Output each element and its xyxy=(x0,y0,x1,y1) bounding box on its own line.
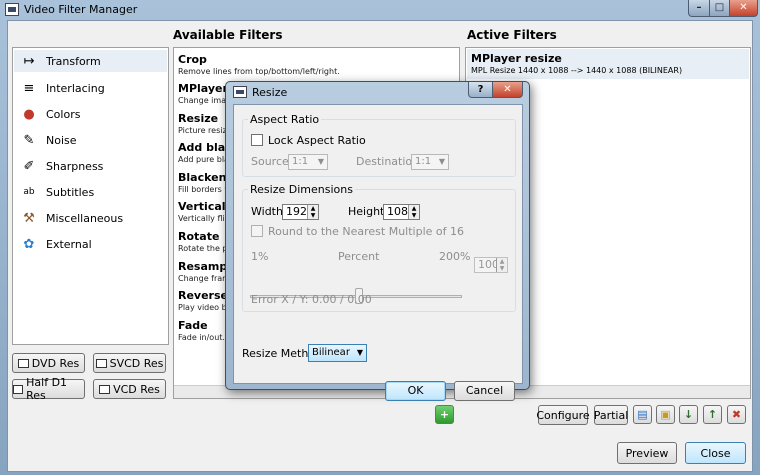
partial-button[interactable]: Partial xyxy=(594,405,628,425)
active-filter-item[interactable]: MPlayer resize MPL Resize 1440 x 1088 --… xyxy=(467,49,749,79)
move-up-icon[interactable]: ↑ xyxy=(703,405,722,424)
lock-aspect-checkbox[interactable] xyxy=(251,134,263,146)
category-label: Interlacing xyxy=(46,81,105,95)
category-sharpness[interactable]: ✐ Sharpness xyxy=(14,155,167,177)
source-label: Source: xyxy=(251,155,293,168)
aspect-ratio-group: Aspect Ratio xyxy=(242,113,516,177)
remove-filter-icon[interactable]: ✖ xyxy=(727,405,746,424)
resize-method-select[interactable]: Bilinear ▼ xyxy=(308,344,367,362)
dialog-body: Aspect Ratio Lock Aspect Ratio Source: 1… xyxy=(233,104,523,401)
category-label: Noise xyxy=(46,133,77,147)
category-label: External xyxy=(46,237,92,251)
resolution-icon xyxy=(99,384,111,394)
save-icon[interactable]: ▣ xyxy=(656,405,675,424)
vcd-res-button[interactable]: VCD Res xyxy=(93,379,166,399)
category-label: Colors xyxy=(46,107,81,121)
source-select[interactable]: 1:1 ▼ xyxy=(288,154,328,170)
interlacing-icon: ≡ xyxy=(23,80,35,96)
available-filters-header: Available Filters xyxy=(173,28,283,42)
colors-icon: ● xyxy=(23,106,35,122)
dvd-res-label: DVD Res xyxy=(31,356,80,370)
filter-desc: Remove lines from top/bottom/left/right. xyxy=(178,67,340,76)
filter-name: MPlayer resize xyxy=(471,52,562,65)
svcd-res-button[interactable]: SVCD Res xyxy=(93,353,166,373)
filter-item[interactable]: Crop Remove lines from top/bottom/left/ri… xyxy=(178,53,340,76)
maximize-button[interactable]: □ xyxy=(709,0,730,17)
close-button[interactable]: Close xyxy=(685,442,746,464)
dvd-res-button[interactable]: DVD Res xyxy=(12,353,85,373)
resize-dimensions-group-label: Resize Dimensions xyxy=(248,183,355,196)
percent-spinbox[interactable]: 100 ▲ ▼ xyxy=(474,257,508,273)
window-title: Video Filter Manager xyxy=(24,3,138,16)
width-spinbox[interactable]: 1920 ▲ ▼ xyxy=(282,204,319,220)
category-label: Miscellaneous xyxy=(46,211,124,225)
destination-select[interactable]: 1:1 ▼ xyxy=(411,154,449,170)
open-icon[interactable]: ▤ xyxy=(633,405,652,424)
resolution-icon xyxy=(13,384,24,394)
title-bar: Video Filter Manager – □ ✕ xyxy=(0,0,760,20)
resize-dialog: Resize ? ✕ Aspect Ratio Lock Aspect Rati… xyxy=(225,81,530,401)
noise-icon: ✎ xyxy=(23,132,35,148)
configure-button[interactable]: Configure xyxy=(536,405,590,425)
filter-desc: Fade in/out. xyxy=(178,333,225,342)
svcd-res-label: SVCD Res xyxy=(109,356,164,370)
external-icon: ✿ xyxy=(23,236,35,252)
spin-arrows-icon[interactable]: ▲ ▼ xyxy=(408,205,419,219)
chevron-down-icon: ▼ xyxy=(438,157,445,166)
destination-value: 1:1 xyxy=(415,156,432,167)
preview-button[interactable]: Preview xyxy=(617,442,677,464)
category-miscellaneous[interactable]: ⚒ Miscellaneous xyxy=(14,207,167,229)
resolution-icon xyxy=(95,358,107,368)
subtitles-icon: ab xyxy=(23,187,35,197)
percent-max-label: 200% xyxy=(439,250,471,263)
help-button[interactable]: ? xyxy=(468,82,493,98)
filter-name: Crop xyxy=(178,53,207,66)
filter-name: Fade xyxy=(178,319,208,332)
half-d1-res-button[interactable]: Half D1 Res xyxy=(12,376,85,402)
dialog-title: Resize xyxy=(252,86,288,99)
filter-item[interactable]: Fade Fade in/out. xyxy=(178,319,225,342)
spin-arrows-icon[interactable]: ▲ ▼ xyxy=(496,258,507,272)
category-label: Transform xyxy=(46,54,101,68)
spin-arrows-icon[interactable]: ▲ ▼ xyxy=(307,205,318,219)
height-spinbox[interactable]: 1088 ▲ ▼ xyxy=(383,204,420,220)
sharpness-icon: ✐ xyxy=(23,158,35,174)
category-colors[interactable]: ● Colors xyxy=(14,103,167,125)
category-noise[interactable]: ✎ Noise xyxy=(14,129,167,151)
category-interlacing[interactable]: ≡ Interlacing xyxy=(14,77,167,99)
percent-label: Percent xyxy=(338,250,380,263)
category-transform[interactable]: ↦ Transform xyxy=(14,50,167,72)
category-label: Sharpness xyxy=(46,159,104,173)
source-value: 1:1 xyxy=(292,156,309,167)
error-readout: Error X / Y: 0.00 / 0.00 xyxy=(251,293,372,306)
chevron-down-icon: ▼ xyxy=(317,157,324,166)
dialog-icon xyxy=(233,86,247,98)
category-subtitles[interactable]: ab Subtitles xyxy=(14,181,167,203)
ok-button[interactable]: OK xyxy=(385,381,446,401)
active-filters-header: Active Filters xyxy=(467,28,557,42)
round-multiple-checkbox[interactable] xyxy=(251,225,263,237)
half-d1-res-label: Half D1 Res xyxy=(26,376,68,402)
cancel-button[interactable]: Cancel xyxy=(454,381,515,401)
resolution-icon xyxy=(17,358,29,368)
move-down-icon[interactable]: ↓ xyxy=(679,405,698,424)
add-filter-button[interactable]: + xyxy=(435,405,454,424)
round-multiple-label: Round to the Nearest Multiple of 16 xyxy=(268,225,465,238)
close-window-button[interactable]: ✕ xyxy=(729,0,758,17)
transform-icon: ↦ xyxy=(23,53,35,69)
chevron-down-icon: ▼ xyxy=(356,348,363,357)
app-icon xyxy=(5,3,19,16)
category-label: Subtitles xyxy=(46,185,95,199)
percent-min-label: 1% xyxy=(251,250,269,263)
category-list: ↦ Transform ≡ Interlacing ● Colors ✎ Noi… xyxy=(12,47,169,345)
category-external[interactable]: ✿ External xyxy=(14,233,167,255)
lock-aspect-label: Lock Aspect Ratio xyxy=(268,134,366,147)
filter-desc: MPL Resize 1440 x 1088 --> 1440 x 1088 (… xyxy=(471,66,683,75)
aspect-ratio-group-label: Aspect Ratio xyxy=(248,113,322,126)
dialog-close-button[interactable]: ✕ xyxy=(492,82,523,98)
minimize-button[interactable]: – xyxy=(688,0,710,17)
vcd-res-label: VCD Res xyxy=(113,382,160,396)
resize-method-value: Bilinear xyxy=(312,347,350,358)
miscellaneous-icon: ⚒ xyxy=(23,210,35,226)
